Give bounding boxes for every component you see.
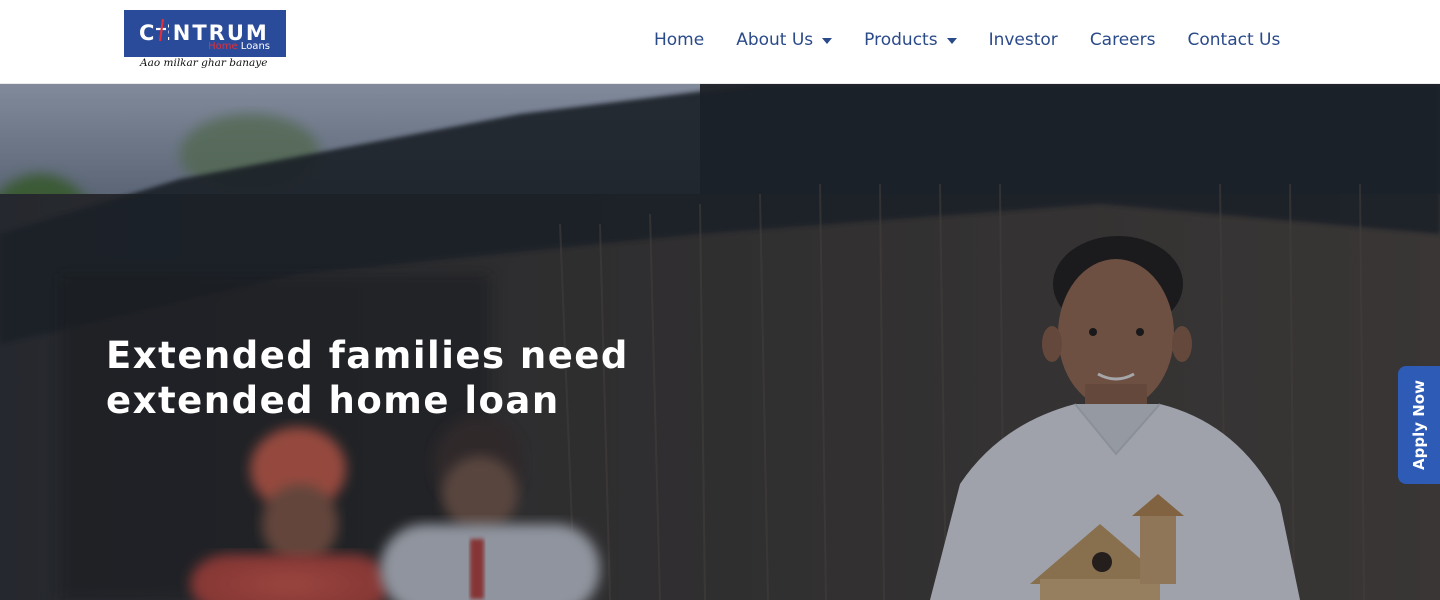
nav-investor-label: Investor <box>988 30 1058 50</box>
nav-about-us[interactable]: About Us <box>736 30 833 50</box>
logo-cross-icon <box>154 16 168 43</box>
site-header: CENTRUM Home Loans Aao milkar ghar banay… <box>0 0 1440 84</box>
apply-now-label: Apply Now <box>1410 380 1428 470</box>
hero-headline-line2: extended home loan <box>106 379 560 422</box>
hero-banner: Extended families need extended home loa… <box>0 84 1440 600</box>
nav-about-us-label: About Us <box>736 30 814 50</box>
nav-home-label: Home <box>654 30 705 50</box>
caret-down-icon <box>946 38 957 44</box>
nav-careers-label: Careers <box>1089 30 1156 50</box>
nav-investor[interactable]: Investor <box>989 30 1058 50</box>
caret-down-icon <box>822 38 833 44</box>
main-nav: Home About Us Products Investor Careers … <box>654 30 1280 50</box>
nav-home[interactable]: Home <box>654 30 704 50</box>
centrum-logo[interactable]: CENTRUM Home Loans Aao milkar ghar banay… <box>124 10 286 72</box>
nav-contact-us[interactable]: Contact Us <box>1187 30 1280 50</box>
logo-subtitle: Home Loans <box>208 41 270 52</box>
logo-sub-home: Home <box>208 41 238 52</box>
hero-headline-line1: Extended families need <box>106 334 629 377</box>
apply-now-button[interactable]: Apply Now <box>1398 366 1440 484</box>
nav-products-label: Products <box>864 30 938 50</box>
logo-tagline: Aao milkar ghar banaye <box>140 57 268 69</box>
nav-products[interactable]: Products <box>864 30 957 50</box>
logo-badge: CENTRUM Home Loans <box>124 10 286 57</box>
nav-contact-us-label: Contact Us <box>1187 30 1281 50</box>
logo-sub-loans: Loans <box>240 41 270 52</box>
nav-careers[interactable]: Careers <box>1090 30 1156 50</box>
hero-headline: Extended families need extended home loa… <box>106 333 629 423</box>
